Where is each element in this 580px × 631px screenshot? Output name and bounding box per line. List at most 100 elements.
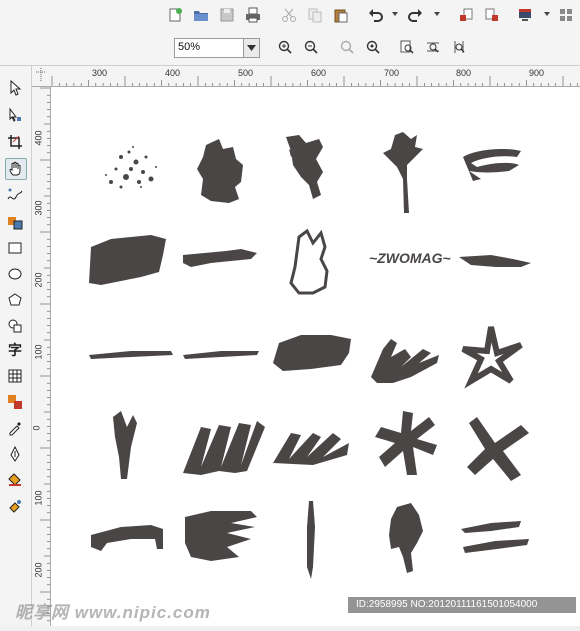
copy-button[interactable] xyxy=(305,5,325,25)
zoom-level-select[interactable]: 50% xyxy=(174,38,260,58)
brush-stroke-scribble-circle xyxy=(463,149,521,181)
brush-stroke-grunge-spray xyxy=(286,135,323,199)
zoom-out-button[interactable] xyxy=(302,38,320,56)
paste-button[interactable] xyxy=(331,5,351,25)
print-button[interactable] xyxy=(243,5,263,25)
zoom-page-height-button[interactable] xyxy=(450,38,468,56)
vertical-ruler[interactable]: 400 300 200 100 0 100 200 xyxy=(32,87,51,626)
zoom-width-icon xyxy=(427,42,439,53)
scissors-icon xyxy=(282,8,296,22)
ruler-label-900: 900 xyxy=(529,68,545,78)
zoom-selected-button[interactable] xyxy=(338,38,356,56)
polygon-tool[interactable] xyxy=(5,290,25,310)
brush-stroke-smudge xyxy=(273,335,351,371)
zoom-dropdown-button[interactable] xyxy=(243,39,259,57)
ruler-origin-corner[interactable] xyxy=(32,66,51,87)
ruler-label-v-400: 400 xyxy=(33,130,44,146)
standard-toolbar xyxy=(0,0,580,32)
hand-icon xyxy=(9,161,21,176)
pick-tool[interactable] xyxy=(5,78,25,98)
brush-stroke-hatch-fan xyxy=(185,511,257,561)
application-launcher-caret[interactable] xyxy=(544,12,550,16)
rectangle-tool[interactable] xyxy=(5,238,25,258)
welcome-screen-button[interactable] xyxy=(556,5,576,25)
new-document-button[interactable] xyxy=(165,5,185,25)
interactive-fill-tool[interactable] xyxy=(5,496,25,516)
arrow-pointer-icon xyxy=(10,80,22,96)
redo-dropdown-caret[interactable] xyxy=(434,12,440,16)
brush-stroke-zigzag-loose xyxy=(273,433,349,465)
shape-tool[interactable] xyxy=(5,105,25,125)
zoom-in-icon xyxy=(278,40,292,54)
import-icon xyxy=(460,8,473,21)
ruler-label-700: 700 xyxy=(384,68,400,78)
undo-icon xyxy=(369,9,383,22)
basic-shapes-tool[interactable] xyxy=(5,316,25,336)
print-icon xyxy=(246,7,260,23)
brush-stroke-vertical-dribble xyxy=(113,411,137,479)
brush-stroke-totem xyxy=(289,228,329,295)
paste-icon xyxy=(334,9,348,23)
fill-tool[interactable] xyxy=(5,470,25,490)
application-launcher-button[interactable] xyxy=(515,5,535,25)
eyedropper-tool[interactable] xyxy=(5,418,25,438)
crop-tool[interactable] xyxy=(5,132,25,152)
drawing-canvas[interactable]: ~ZWOMAG~ xyxy=(51,87,580,626)
table-icon xyxy=(8,369,22,383)
export-button[interactable] xyxy=(482,5,502,25)
zoom-out-icon xyxy=(304,40,318,54)
new-document-icon xyxy=(169,8,182,22)
zoom-level-value: 50% xyxy=(178,41,201,53)
ruler-label-500: 500 xyxy=(238,68,254,78)
undo-dropdown-caret[interactable] xyxy=(392,12,398,16)
ruler-label-v-neg200: 200 xyxy=(33,562,44,578)
brush-stroke-tag-scribble xyxy=(371,339,439,383)
brush-stroke-zigzag-heavy xyxy=(183,421,265,475)
grid-icon xyxy=(560,9,572,21)
zoom-to-page-button[interactable] xyxy=(398,38,416,56)
export-icon xyxy=(485,8,498,21)
brush-stroke-dash-long xyxy=(183,249,257,267)
brush-stroke-thin-vertical xyxy=(307,501,315,579)
ruler-label-300: 300 xyxy=(92,68,108,78)
undo-button[interactable] xyxy=(366,5,386,25)
brush-stroke-graffiti-text: ~ZWOMAG~ xyxy=(369,250,451,266)
redo-button[interactable] xyxy=(405,5,425,25)
brush-stroke-flower xyxy=(383,132,423,213)
site-watermark: 昵享网 www.nipic.com xyxy=(15,603,211,622)
interactive-fill-icon xyxy=(9,500,21,513)
brush-stroke-bracket xyxy=(91,525,163,551)
brush-stroke-thin-line-1 xyxy=(89,351,173,359)
text-tool[interactable]: 字 xyxy=(5,340,25,360)
brush-stroke-hatch-block xyxy=(89,235,166,285)
ellipse-tool[interactable] xyxy=(5,264,25,284)
freehand-curve-icon xyxy=(7,188,23,200)
zoom-height-icon xyxy=(454,41,465,53)
brush-stroke-x-cross xyxy=(467,417,529,481)
pan-tool[interactable] xyxy=(5,158,27,180)
import-button[interactable] xyxy=(456,5,476,25)
paint-bucket-icon xyxy=(8,473,21,486)
table-tool[interactable] xyxy=(5,366,25,386)
blend-icon xyxy=(8,395,22,409)
cut-button[interactable] xyxy=(279,5,299,25)
zoom-all-objects-button[interactable] xyxy=(364,38,382,56)
brush-stroke-dash-fade xyxy=(459,255,531,267)
rectangle-icon xyxy=(8,242,22,254)
freehand-tool[interactable] xyxy=(5,185,25,205)
zoom-in-button[interactable] xyxy=(276,38,294,56)
application-launcher-icon xyxy=(519,9,531,21)
ellipse-icon xyxy=(8,268,22,280)
open-button[interactable] xyxy=(191,5,211,25)
chevron-down-icon xyxy=(247,45,256,51)
ruler-corner-icon xyxy=(36,68,46,82)
brush-stroke-drip xyxy=(389,503,423,573)
zoom-page-width-button[interactable] xyxy=(424,38,442,56)
blend-tool[interactable] xyxy=(5,392,25,412)
horizontal-ruler[interactable]: 300 400 500 600 700 800 900 xyxy=(50,66,580,87)
copy-icon xyxy=(308,8,322,23)
smart-fill-tool[interactable] xyxy=(5,212,25,232)
basic-shapes-icon xyxy=(8,319,22,333)
outline-pen-tool[interactable] xyxy=(5,444,25,464)
save-button[interactable] xyxy=(217,5,237,25)
